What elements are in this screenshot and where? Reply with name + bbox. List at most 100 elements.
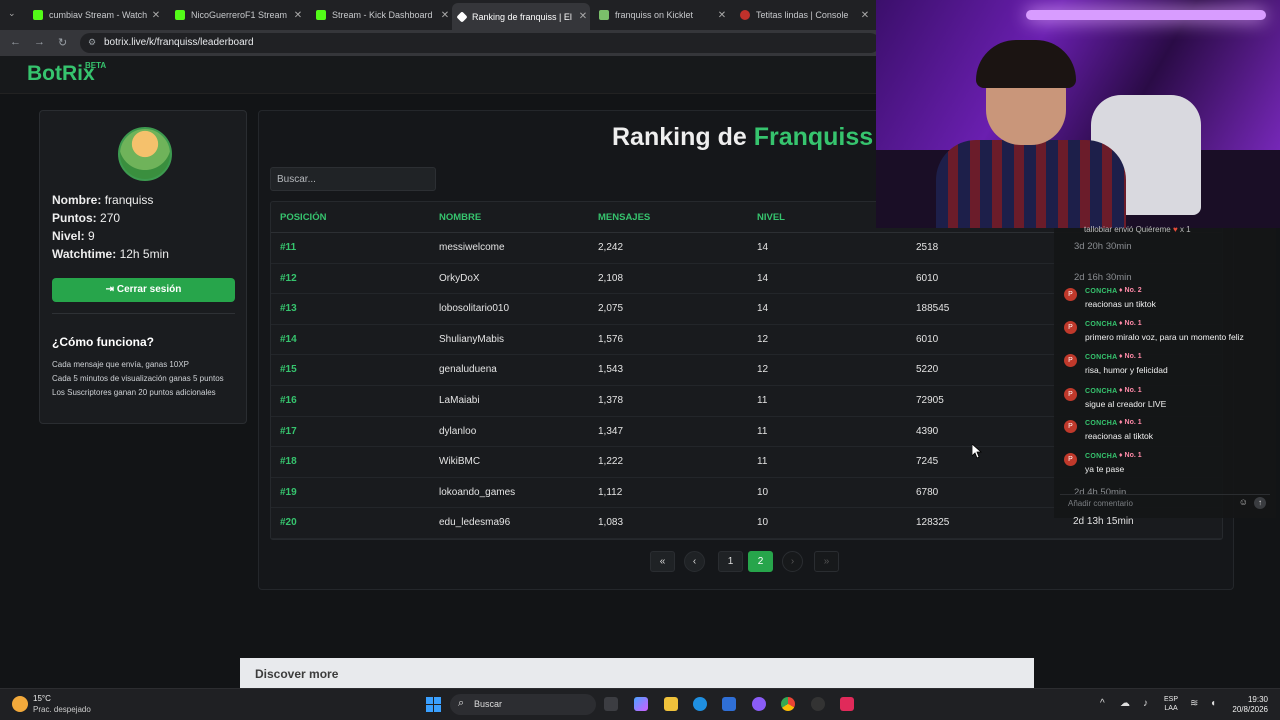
- profile-name: Nombre: franquiss: [52, 193, 153, 207]
- row-username[interactable]: ShulianyMabis: [439, 334, 504, 345]
- user-avatar-icon[interactable]: P: [1064, 321, 1077, 334]
- close-icon[interactable]: ✕: [149, 10, 163, 21]
- close-icon[interactable]: ✕: [438, 10, 452, 21]
- row-username[interactable]: WikiBMC: [439, 456, 480, 467]
- column-messages[interactable]: MENSAJES: [598, 212, 650, 223]
- rank-badge-text: No. 1: [1124, 320, 1142, 327]
- search-input[interactable]: [270, 167, 436, 191]
- obs-icon[interactable]: [811, 697, 825, 711]
- chat-text: sigue al creador LIVE: [1085, 399, 1167, 409]
- weather-temperature: 15°C: [33, 694, 51, 703]
- kicklet-icon: [599, 10, 609, 20]
- user-avatar-icon[interactable]: P: [1064, 354, 1077, 367]
- user-avatar-icon[interactable]: P: [1064, 453, 1077, 466]
- row-username[interactable]: dylanloo: [439, 426, 476, 437]
- chat-username[interactable]: CONCHA: [1085, 388, 1118, 395]
- tab-list-chevron-icon[interactable]: ⌄: [8, 8, 16, 19]
- store-icon[interactable]: [722, 697, 736, 711]
- row-username[interactable]: messiwelcome: [439, 242, 505, 253]
- chat-username[interactable]: CONCHA: [1085, 321, 1118, 328]
- tab-nicoguerrero[interactable]: NicoGuerreroF1 Stream ✕: [169, 4, 305, 26]
- microphone-icon[interactable]: ♪: [1143, 698, 1148, 709]
- mouse-cursor-icon: [972, 444, 982, 459]
- page-title: Ranking de Franquiss: [612, 123, 873, 152]
- reload-icon[interactable]: ↻: [58, 36, 67, 49]
- column-level[interactable]: NIVEL: [757, 212, 785, 223]
- row-username[interactable]: lobosolitario010: [439, 303, 509, 314]
- row-username[interactable]: genaluduena: [439, 364, 497, 375]
- copilot-icon[interactable]: [634, 697, 648, 711]
- edge-icon[interactable]: [693, 697, 707, 711]
- next-page-button[interactable]: ›: [782, 551, 803, 572]
- chat-username[interactable]: CONCHA: [1085, 453, 1118, 460]
- search-icon: ⌕: [458, 697, 465, 709]
- row-points: 2518: [916, 242, 939, 253]
- site-info-icon[interactable]: ⚙: [88, 37, 96, 48]
- prev-page-button[interactable]: ‹: [684, 551, 705, 572]
- how-line: Cada 5 minutos de visualización ganas 5 …: [52, 374, 224, 383]
- title-prefix: Ranking de: [612, 123, 754, 151]
- user-avatar-icon[interactable]: P: [1064, 288, 1077, 301]
- profile-level: Nivel: 9: [52, 229, 95, 243]
- botrix-icon: [456, 10, 468, 23]
- row-username[interactable]: edu_ledesma96: [439, 517, 510, 528]
- page-2-button[interactable]: 2: [748, 551, 773, 572]
- tray-chevron-icon[interactable]: ^: [1100, 698, 1105, 709]
- row-level: 11: [757, 425, 768, 437]
- page-1-button[interactable]: 1: [718, 551, 743, 572]
- column-position[interactable]: POSICIÓN: [280, 212, 326, 223]
- last-page-button[interactable]: »: [814, 551, 839, 572]
- row-username[interactable]: LaMaiabi: [439, 395, 480, 406]
- close-icon[interactable]: ✕: [715, 10, 729, 21]
- close-icon[interactable]: ✕: [858, 10, 872, 21]
- tab-cumbiav[interactable]: cumbiav Stream - Watch L ✕: [27, 4, 163, 26]
- send-icon[interactable]: ↑: [1254, 497, 1266, 509]
- close-icon[interactable]: ✕: [291, 10, 305, 21]
- tab-kick-dashboard[interactable]: Stream - Kick Dashboard ✕: [310, 4, 452, 26]
- chrome-icon[interactable]: [781, 697, 795, 711]
- back-icon[interactable]: ←: [10, 36, 21, 48]
- user-avatar-icon[interactable]: P: [1064, 420, 1077, 433]
- clock[interactable]: 19:30 20/8/2026: [1232, 695, 1268, 715]
- chat-username[interactable]: CONCHA: [1085, 354, 1118, 361]
- tab-kicklet[interactable]: franquiss on Kicklet ✕: [593, 4, 729, 26]
- weather-sun-icon[interactable]: [12, 696, 28, 712]
- discover-more-banner[interactable]: Discover more: [240, 658, 1034, 688]
- windows-start-icon[interactable]: [426, 697, 441, 712]
- sign-out-icon: ⇥: [105, 284, 115, 295]
- wifi-icon[interactable]: ≋: [1190, 698, 1198, 709]
- column-name[interactable]: NOMBRE: [439, 212, 481, 223]
- chat-comment-input[interactable]: Añadir comentario ☺ ↑: [1060, 494, 1270, 512]
- logout-button[interactable]: ⇥ Cerrar sesión: [52, 278, 235, 302]
- taskbar-search[interactable]: ⌕ Buscar: [450, 694, 596, 715]
- how-line: Cada mensaje que envía, ganas 10XP: [52, 360, 189, 369]
- chat-input-placeholder: Añadir comentario: [1068, 499, 1133, 508]
- language-indicator[interactable]: ESP LAA: [1164, 695, 1178, 713]
- network-icon[interactable]: ☁: [1120, 698, 1130, 709]
- tab-title: NicoGuerreroF1 Stream: [191, 10, 288, 20]
- emoji-icon[interactable]: ☺: [1239, 497, 1248, 507]
- streamer-body: [936, 140, 1126, 228]
- tab-ranking[interactable]: Ranking de franquiss | El ✕: [452, 3, 590, 30]
- address-bar[interactable]: ⚙ botrix.live/k/franquiss/leaderboard: [80, 33, 880, 53]
- close-icon[interactable]: ✕: [576, 11, 590, 22]
- volume-icon[interactable]: ◖: [1210, 698, 1216, 709]
- row-username[interactable]: lokoando_games: [439, 487, 515, 498]
- tiktok-icon[interactable]: [840, 697, 854, 711]
- first-page-button[interactable]: «: [650, 551, 675, 572]
- file-explorer-icon[interactable]: [664, 697, 678, 711]
- forward-icon[interactable]: →: [34, 36, 45, 48]
- chat-username[interactable]: CONCHA: [1085, 420, 1118, 427]
- rank-badge: ♦ No. 1: [1119, 320, 1142, 327]
- discord-icon[interactable]: [752, 697, 766, 711]
- level-label: Nivel:: [52, 229, 85, 243]
- task-view-icon[interactable]: [604, 697, 618, 711]
- chat-overlay: tallobiar envió Quiéreme ♥ x 1 3d 20h 30…: [1054, 225, 1276, 518]
- row-username[interactable]: OrkyDoX: [439, 273, 480, 284]
- chat-text: reacionas un tiktok: [1085, 299, 1156, 309]
- tab-console[interactable]: Tetitas lindas | Console ✕: [734, 4, 872, 26]
- row-points: 128325: [916, 517, 950, 529]
- row-points: 4390: [916, 425, 939, 437]
- chat-username[interactable]: CONCHA: [1085, 288, 1118, 295]
- user-avatar-icon[interactable]: P: [1064, 388, 1077, 401]
